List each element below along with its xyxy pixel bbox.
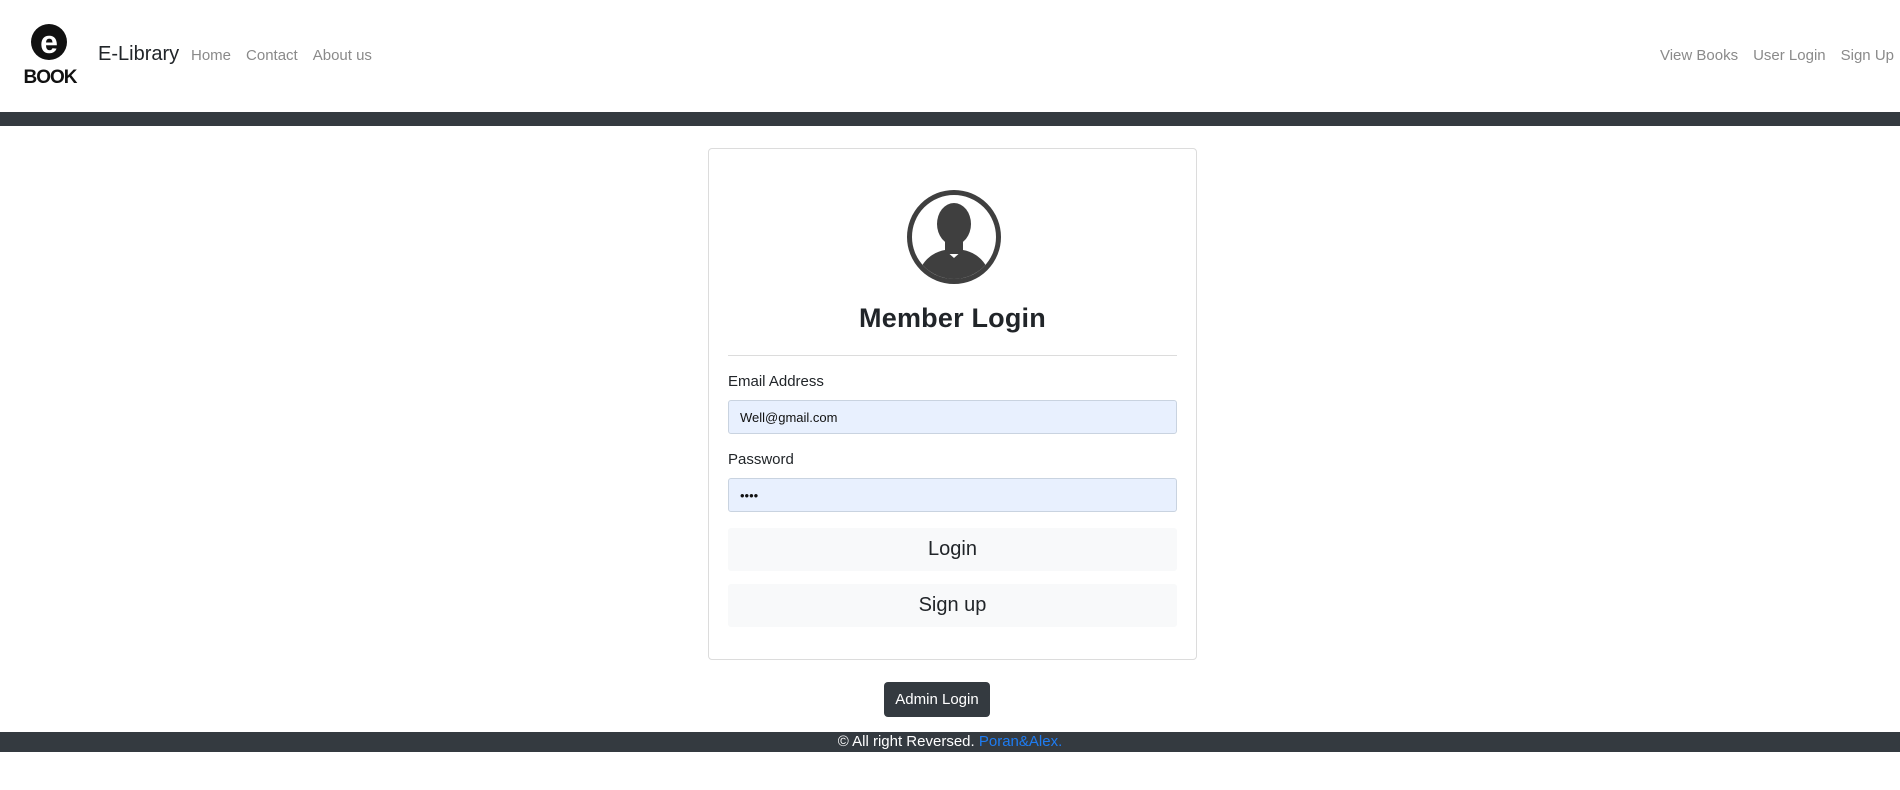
nav-link-home[interactable]: Home xyxy=(191,47,231,64)
admin-login-button[interactable]: Admin Login xyxy=(884,682,990,717)
nav-link-about[interactable]: About us xyxy=(313,47,372,64)
login-card: Member Login Email Address Password Logi… xyxy=(708,148,1197,660)
password-field[interactable] xyxy=(728,478,1177,512)
logo-letter: e xyxy=(40,24,58,60)
nav-right: View Books User Login Sign Up xyxy=(1660,47,1900,64)
ebook-logo-icon[interactable]: e BOOK xyxy=(20,20,80,86)
footer-link[interactable]: Poran&Alex. xyxy=(979,733,1062,750)
footer-text: © All right Reversed. xyxy=(837,733,975,750)
email-label: Email Address xyxy=(728,373,824,390)
card-title: Member Login xyxy=(859,303,1046,333)
user-avatar-icon xyxy=(907,190,1001,284)
password-label: Password xyxy=(728,451,794,468)
signup-button[interactable]: Sign up xyxy=(728,584,1177,627)
header-divider-bar xyxy=(0,112,1900,126)
logo-word: BOOK xyxy=(24,67,78,86)
footer: © All right Reversed. Poran&Alex. xyxy=(0,732,1900,752)
nav-left: Home Contact About us xyxy=(191,47,372,64)
login-button[interactable]: Login xyxy=(728,528,1177,571)
nav-link-sign-up[interactable]: Sign Up xyxy=(1841,47,1894,64)
nav-link-contact[interactable]: Contact xyxy=(246,47,298,64)
card-divider xyxy=(728,355,1177,356)
nav-link-view-books[interactable]: View Books xyxy=(1660,47,1738,64)
nav-link-user-login[interactable]: User Login xyxy=(1753,47,1826,64)
email-field[interactable] xyxy=(728,400,1177,434)
navbar: e BOOK E-Library Home Contact About us V… xyxy=(0,0,1900,112)
brand-name[interactable]: E-Library xyxy=(98,43,179,66)
